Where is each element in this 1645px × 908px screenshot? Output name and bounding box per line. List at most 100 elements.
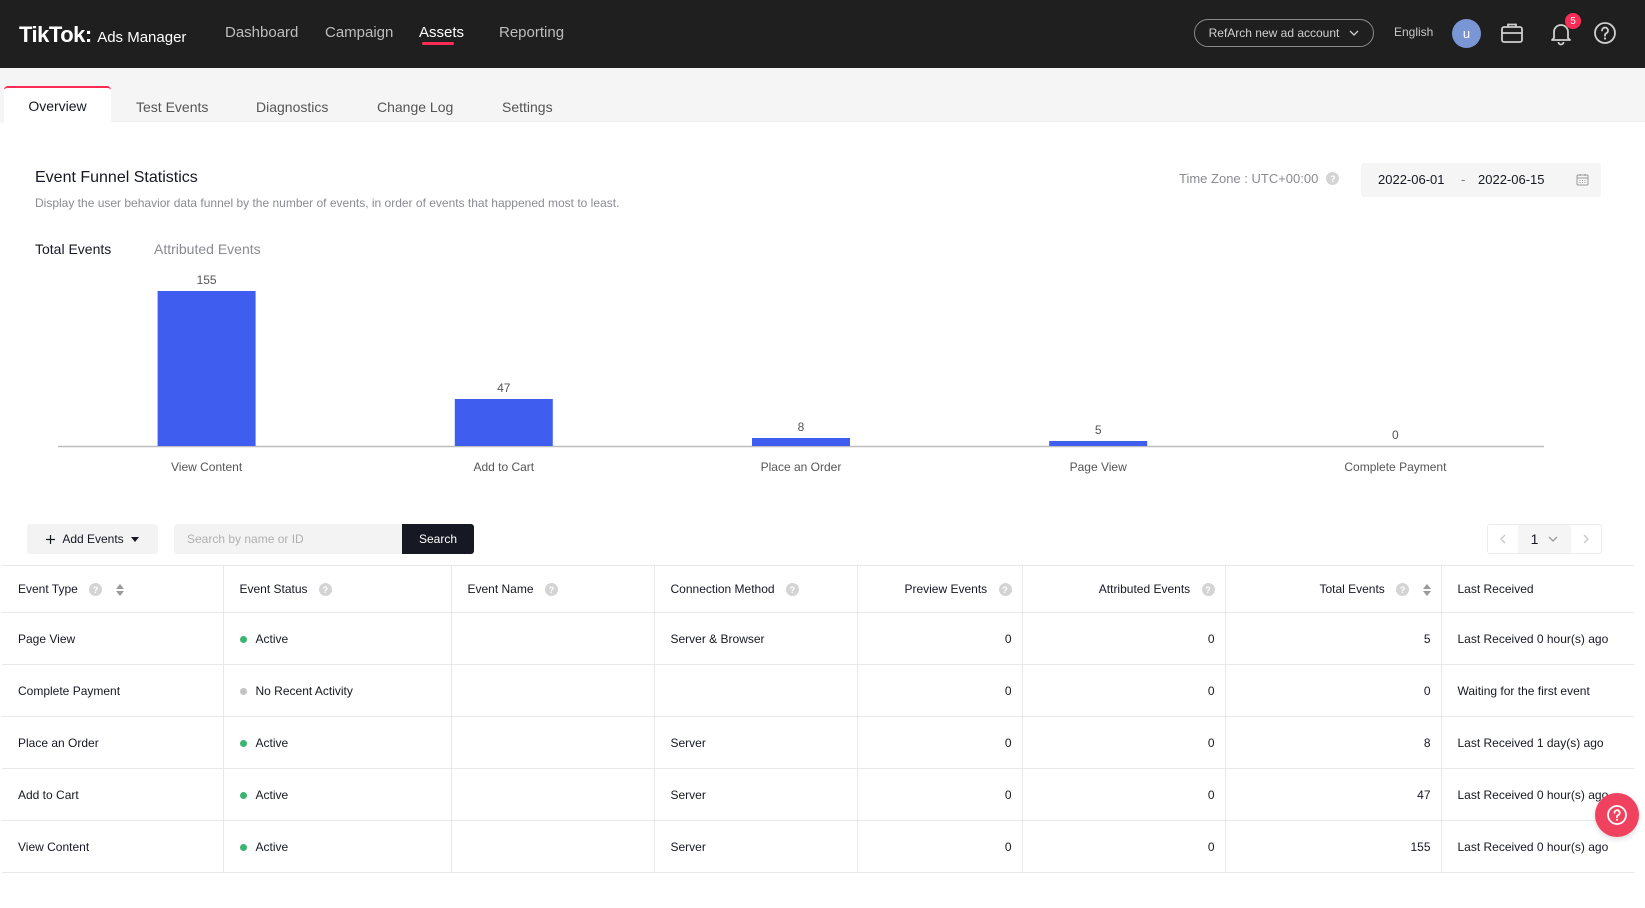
question-icon[interactable]: ? <box>998 583 1012 597</box>
date-start: 2022-06-01 <box>1378 172 1445 187</box>
col-total-events[interactable]: Total Events ? <box>1225 565 1442 613</box>
events-table: Event Type ? Event Status ? Event Name ?… <box>2 565 1634 873</box>
cell-name <box>451 820 655 873</box>
status-text: Active <box>255 839 289 854</box>
tab-test-events[interactable]: Test Events <box>136 97 208 133</box>
plus-icon <box>46 534 56 544</box>
status-dot <box>239 843 247 851</box>
status-text: No Recent Activity <box>255 683 353 698</box>
status-dot <box>239 687 247 695</box>
tab-diagnostics[interactable]: Diagnostics <box>256 97 328 133</box>
table-row[interactable]: Page View Active Server & Browser 0 0 5 Last R… <box>2 612 1634 665</box>
cell-total: 47 <box>1225 768 1442 821</box>
language-selector[interactable]: English <box>1394 25 1433 39</box>
prev-page-button[interactable] <box>1488 525 1518 553</box>
briefcase-icon[interactable] <box>1498 19 1526 47</box>
timezone-label: Time Zone : UTC+00:00 ? <box>1179 171 1340 186</box>
search-input[interactable] <box>174 524 402 554</box>
cell-preview: 0 <box>857 612 1023 665</box>
col-attributed-events: Attributed Events ? <box>1022 565 1226 613</box>
table-row[interactable]: Add to Cart Active Server 0 0 47 Last Received… <box>2 768 1634 821</box>
cell-method: Server & Browser <box>654 612 858 665</box>
add-events-button[interactable]: Add Events <box>27 524 158 554</box>
cell-method: Server <box>654 768 858 821</box>
chart-bar[interactable] <box>157 291 256 446</box>
table-row[interactable]: View Content Active Server 0 0 155 Last Receiv… <box>2 820 1634 873</box>
table-row[interactable]: Place an Order Active Server 0 0 8 Last Receiv… <box>2 716 1634 769</box>
date-end: 2022-06-15 <box>1478 172 1545 187</box>
subtab-total-events[interactable]: Total Events <box>35 241 111 257</box>
subtab-attributed-events[interactable]: Attributed Events <box>154 241 261 257</box>
chevron-down-icon <box>1349 30 1359 36</box>
tab-settings[interactable]: Settings <box>502 97 553 133</box>
col-connection-method-label: Connection Method <box>670 581 775 596</box>
question-icon[interactable]: ? <box>544 583 558 597</box>
status-dot <box>239 635 247 643</box>
nav-campaign[interactable]: Campaign <box>325 24 393 41</box>
ad-account-name: RefArch new ad account <box>1208 26 1340 40</box>
table-row[interactable]: Complete Payment No Recent Activity 0 0 0 Wai… <box>2 664 1634 717</box>
col-event-type-label: Event Type <box>18 581 78 596</box>
question-icon[interactable]: ? <box>1326 172 1340 185</box>
help-icon[interactable] <box>1591 19 1619 47</box>
nav-assets[interactable]: Assets <box>419 24 464 41</box>
add-events-label: Add Events <box>62 532 124 546</box>
current-page: 1 <box>1530 531 1539 547</box>
cell-type: Add to Cart <box>2 768 224 821</box>
chevron-left-icon <box>1500 534 1506 544</box>
col-event-name: Event Name ? <box>451 565 655 613</box>
date-range-picker[interactable]: 2022-06-01 - 2022-06-15 <box>1361 163 1601 197</box>
sort-icon[interactable] <box>1422 583 1431 596</box>
cell-last: Last Received 0 hour(s) ago <box>1441 612 1634 665</box>
cell-name <box>451 664 655 717</box>
col-event-status: Event Status ? <box>223 565 452 613</box>
chart-bar[interactable] <box>454 399 553 446</box>
chart-value-label: 5 <box>1095 423 1102 437</box>
notification-badge: 5 <box>1565 13 1581 29</box>
chart-bar[interactable] <box>752 438 850 446</box>
cell-total: 0 <box>1225 664 1442 717</box>
funnel-description: Display the user behavior data funnel by… <box>35 196 620 210</box>
ad-account-selector[interactable]: RefArch new ad account <box>1194 19 1374 47</box>
col-event-status-label: Event Status <box>239 581 308 596</box>
col-event-name-label: Event Name <box>467 581 534 596</box>
col-last-received: Last Received <box>1441 565 1634 613</box>
question-icon[interactable]: ? <box>1396 583 1410 597</box>
cell-attributed: 0 <box>1022 612 1226 665</box>
help-chat-button[interactable] <box>1595 793 1639 837</box>
cell-preview: 0 <box>857 664 1023 717</box>
col-event-type[interactable]: Event Type ? <box>2 565 224 613</box>
cell-type: Page View <box>2 612 224 665</box>
question-icon <box>1607 805 1627 825</box>
col-last-received-label: Last Received <box>1457 582 1534 596</box>
funnel-title: Event Funnel Statistics <box>35 169 198 186</box>
question-icon[interactable]: ? <box>785 583 799 597</box>
top-navigation-bar: TikTok: Ads Manager Dashboard Campaign A… <box>0 0 1645 68</box>
cell-name <box>451 612 655 665</box>
timezone-text: Time Zone : UTC+00:00 <box>1179 171 1319 186</box>
cell-attributed: 0 <box>1022 716 1226 769</box>
sort-icon[interactable] <box>115 583 124 596</box>
nav-reporting[interactable]: Reporting <box>499 24 564 41</box>
question-icon[interactable]: ? <box>1201 583 1215 597</box>
cell-name <box>451 768 655 821</box>
cell-status: Active <box>223 612 452 665</box>
cell-last: Last Received 1 day(s) ago <box>1441 716 1634 769</box>
tab-overview[interactable]: Overview <box>4 86 111 122</box>
page-select[interactable]: 1 <box>1518 525 1571 553</box>
status-dot <box>239 791 247 799</box>
tiktok-ads-manager-logo[interactable]: TikTok: Ads Manager <box>19 22 186 48</box>
next-page-button[interactable] <box>1571 525 1601 553</box>
cell-attributed: 0 <box>1022 820 1226 873</box>
nav-dashboard[interactable]: Dashboard <box>225 24 298 41</box>
cell-total: 8 <box>1225 716 1442 769</box>
avatar[interactable]: u <box>1452 19 1481 48</box>
search-button[interactable]: Search <box>402 524 474 554</box>
cell-method: Server <box>654 716 858 769</box>
chart-bar[interactable] <box>1049 441 1148 446</box>
cell-status: Active <box>223 716 452 769</box>
question-icon[interactable]: ? <box>318 583 332 597</box>
cell-preview: 0 <box>857 820 1023 873</box>
question-icon[interactable]: ? <box>89 583 103 597</box>
tab-change-log[interactable]: Change Log <box>377 97 453 133</box>
